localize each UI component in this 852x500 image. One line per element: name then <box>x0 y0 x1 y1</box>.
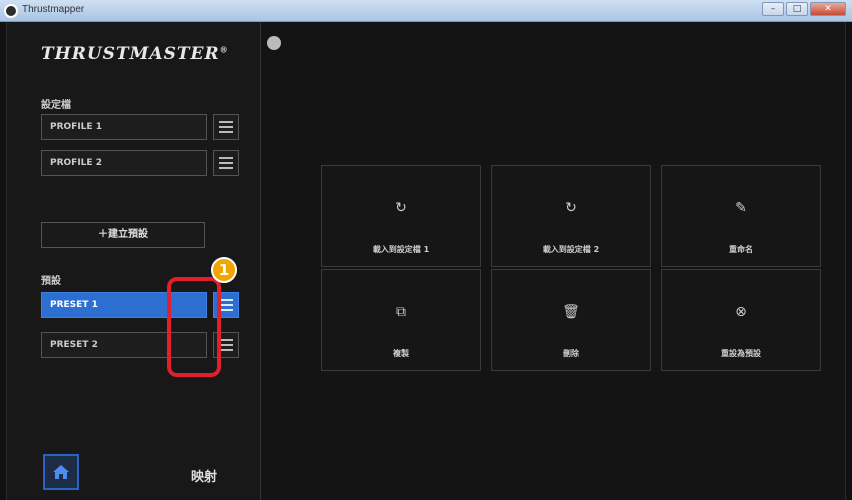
action-label: 刪除 <box>563 349 579 358</box>
app-frame: THRUSTMASTER® 設定檔 PROFILE 1 PROFILE 2 ＋建… <box>6 22 846 500</box>
profiles-heading: 設定檔 <box>41 100 71 111</box>
trash-icon: 🗑 <box>562 304 580 320</box>
home-icon <box>53 465 69 479</box>
settings-gear-icon[interactable] <box>267 36 281 50</box>
brand-logo: THRUSTMASTER® <box>41 44 229 64</box>
action-label: 載入到設定檔 2 <box>542 245 600 254</box>
copy-icon: ⧉ <box>396 304 406 320</box>
action-label: 重設為預設 <box>721 349 761 358</box>
hamburger-line <box>219 162 233 164</box>
action-load-profile-1[interactable]: ↻ 載入到設定檔 1 <box>321 165 481 267</box>
sidebar: THRUSTMASTER® 設定檔 PROFILE 1 PROFILE 2 ＋建… <box>7 22 261 500</box>
action-label: 複製 <box>393 349 409 358</box>
reload-icon: ↻ <box>565 200 577 216</box>
hamburger-icon <box>219 157 233 159</box>
action-rename[interactable]: ✎ 重命名 <box>661 165 821 267</box>
home-button[interactable] <box>43 454 79 490</box>
hamburger-line <box>219 309 233 311</box>
hamburger-icon <box>219 299 233 301</box>
window-title: Thrustmapper <box>22 4 85 15</box>
profile-2-menu-button[interactable] <box>213 150 239 176</box>
window-titlebar: Thrustmapper – □ ✕ <box>0 0 852 22</box>
hamburger-line <box>219 167 233 169</box>
profile-row-2: PROFILE 2 <box>41 150 239 176</box>
hamburger-icon <box>219 121 233 123</box>
circle-x-icon: ⊗ <box>735 304 747 320</box>
registered-mark: ® <box>219 44 229 55</box>
mapping-tab[interactable]: 映射 <box>191 466 217 485</box>
profile-1-menu-button[interactable] <box>213 114 239 140</box>
hamburger-line <box>219 349 233 351</box>
hamburger-line <box>219 304 233 306</box>
hamburger-line <box>219 126 233 128</box>
presets-heading: 預設 <box>41 276 61 287</box>
action-copy[interactable]: ⧉ 複製 <box>321 269 481 371</box>
pencil-icon: ✎ <box>735 200 747 216</box>
profile-row-1: PROFILE 1 <box>41 114 239 140</box>
create-preset-button[interactable]: ＋建立預設 <box>41 222 205 248</box>
close-button[interactable]: ✕ <box>810 2 846 16</box>
profile-field-1[interactable]: PROFILE 1 <box>41 114 207 140</box>
app-icon <box>4 4 18 18</box>
action-reset-default[interactable]: ⊗ 重設為預設 <box>661 269 821 371</box>
action-load-profile-2[interactable]: ↻ 載入到設定檔 2 <box>491 165 651 267</box>
logo-text: THRUSTMASTER <box>41 44 220 64</box>
callout-highlight-box <box>167 277 221 377</box>
callout-number-badge: 1 <box>211 257 237 283</box>
profile-field-2[interactable]: PROFILE 2 <box>41 150 207 176</box>
minimize-button[interactable]: – <box>762 2 784 16</box>
reload-icon: ↻ <box>395 200 407 216</box>
action-delete[interactable]: 🗑 刪除 <box>491 269 651 371</box>
hamburger-line <box>219 131 233 133</box>
hamburger-line <box>219 344 233 346</box>
window-controls: – □ ✕ <box>762 2 846 16</box>
hamburger-icon <box>219 339 233 341</box>
action-label: 載入到設定檔 1 <box>372 245 430 254</box>
action-label: 重命名 <box>729 245 753 254</box>
maximize-button[interactable]: □ <box>786 2 808 16</box>
